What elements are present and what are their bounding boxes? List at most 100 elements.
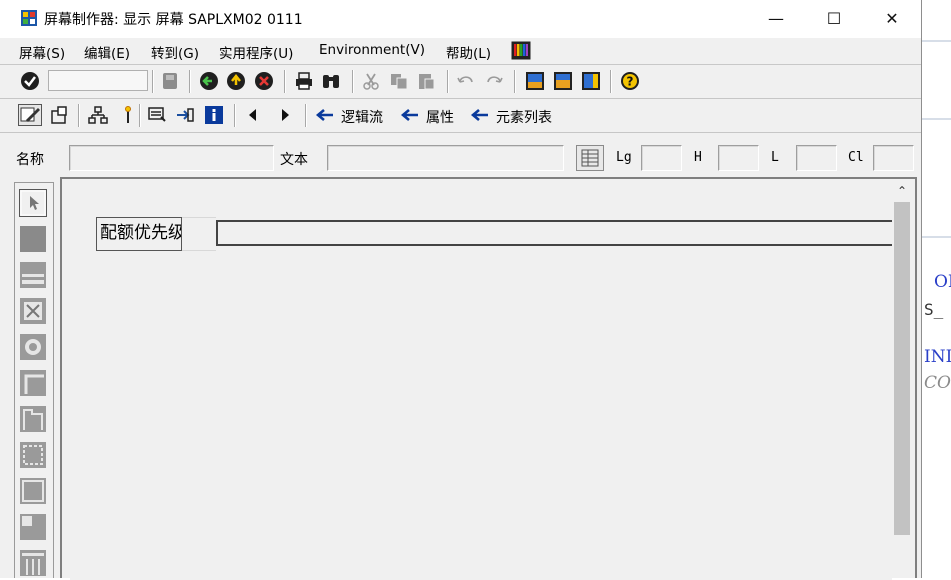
standard-toolbar: ? [0,65,921,99]
customize-layout-icon[interactable] [511,41,531,60]
menu-utilities[interactable]: 实用程序(U) [219,42,293,62]
background-editor: OF S_ INI CO [922,0,951,578]
layout-icon-1[interactable] [525,71,545,91]
l-field[interactable] [796,145,837,171]
vertical-scrollbar[interactable]: ⌃ [892,180,912,578]
next-icon[interactable] [277,105,293,125]
layout-icon-3[interactable] [581,71,601,91]
layout-icon-2[interactable] [553,71,573,91]
separator [305,104,307,127]
tabstrip-tool-icon[interactable] [19,405,47,433]
editor-code-line: OF [934,272,951,292]
subscreen-tool-icon[interactable] [19,441,47,469]
editor-stripe [922,118,951,120]
previous-icon[interactable] [245,105,261,125]
screen-painter-window: 屏幕制作器: 显示 屏幕 SAPLXM02 0111 — ☐ ✕ 屏幕(S) 编… [0,0,922,580]
menu-bar: 屏幕(S) 编辑(E) 转到(G) 实用程序(U) Environment(V)… [0,38,921,65]
menu-environment[interactable]: Environment(V) [319,42,425,58]
window-title: 屏幕制作器: 显示 屏幕 SAPLXM02 0111 [44,12,303,28]
menu-edit[interactable]: 编辑(E) [84,42,130,62]
editor-stripe [922,236,951,238]
flow-logic-arrow-icon[interactable] [315,105,335,125]
other-object-icon[interactable] [49,105,69,125]
status-icon-tool-icon[interactable] [19,513,47,541]
custom-control-tool-icon[interactable] [19,477,47,505]
scroll-thumb[interactable] [894,202,910,535]
menu-screen[interactable]: 屏幕(S) [19,42,65,62]
back-icon[interactable] [199,71,219,91]
name-label: 名称 [16,152,44,168]
paste-icon[interactable] [416,71,436,91]
h-label: H [694,150,702,165]
graphical-layout-icon[interactable] [147,105,167,125]
maximize-button[interactable]: ☐ [805,0,863,38]
quota-priority-input[interactable] [216,220,892,246]
h-field[interactable] [718,145,759,171]
cl-label: Cl [848,150,864,165]
element-list-arrow-icon[interactable] [470,105,490,125]
text-field-tool-icon[interactable] [19,225,47,253]
separator [352,70,354,93]
application-toolbar: 逻辑流 属性 元素列表 [0,99,921,133]
enter-check-icon[interactable] [20,71,40,91]
command-field[interactable] [48,70,148,91]
lg-field[interactable] [641,145,682,171]
print-icon[interactable] [294,71,314,91]
svg-text:?: ? [627,75,634,89]
editor-code-line: CO [924,373,951,393]
element-attribute-bar: 名称 文本 Lg H L Cl [0,133,921,178]
element-list-button[interactable]: 元素列表 [496,107,552,127]
attributes-arrow-icon[interactable] [400,105,420,125]
quota-priority-label[interactable]: 配额优先级 [96,217,182,251]
cut-icon[interactable] [361,71,381,91]
separator [610,70,612,93]
exit-icon[interactable] [226,71,246,91]
text-field[interactable] [327,145,564,171]
screen-area: 配额优先级 [70,187,892,580]
name-field[interactable] [69,145,274,171]
redo-icon[interactable] [484,71,504,91]
separator [152,70,154,93]
undo-icon[interactable] [456,71,476,91]
label-extension [182,217,216,251]
where-used-icon[interactable] [118,105,138,125]
layout-canvas[interactable]: 配额优先级 [60,177,917,580]
separator [234,104,236,127]
table-control-tool-icon[interactable] [19,549,47,577]
display-change-icon[interactable] [18,104,42,126]
close-button[interactable]: ✕ [863,0,921,38]
dictionary-icon[interactable] [576,145,604,171]
editor-stripe [922,40,951,42]
l-label: L [771,150,779,165]
info-icon[interactable] [204,105,224,125]
sap-app-icon [21,10,37,26]
editor-code-line: INI [924,347,951,367]
menu-help[interactable]: 帮助(L) [446,42,491,62]
separator [447,70,449,93]
copy-icon[interactable] [389,71,409,91]
hierarchy-icon[interactable] [88,105,108,125]
attributes-button[interactable]: 属性 [426,107,454,127]
title-bar: 屏幕制作器: 显示 屏幕 SAPLXM02 0111 — ☐ ✕ [0,0,921,38]
scroll-up-icon[interactable]: ⌃ [892,180,912,202]
element-palette [14,182,54,578]
frame-tool-icon[interactable] [19,369,47,397]
minimize-button[interactable]: — [747,0,805,38]
pointer-tool-icon[interactable] [19,189,47,217]
navigate-icon[interactable] [175,105,195,125]
save-icon[interactable] [160,71,180,91]
input-field-tool-icon[interactable] [19,261,47,289]
separator [189,70,191,93]
editor-code-line: S_ [924,300,944,319]
checkbox-tool-icon[interactable] [19,297,47,325]
cl-field[interactable] [873,145,914,171]
cancel-icon[interactable] [254,71,274,91]
find-icon[interactable] [321,71,341,91]
menu-goto[interactable]: 转到(G) [151,42,199,62]
radio-button-tool-icon[interactable] [19,333,47,361]
help-icon[interactable]: ? [620,71,640,91]
text-label: 文本 [280,152,308,168]
separator [284,70,286,93]
flow-logic-button[interactable]: 逻辑流 [341,107,383,127]
separator [139,104,141,127]
